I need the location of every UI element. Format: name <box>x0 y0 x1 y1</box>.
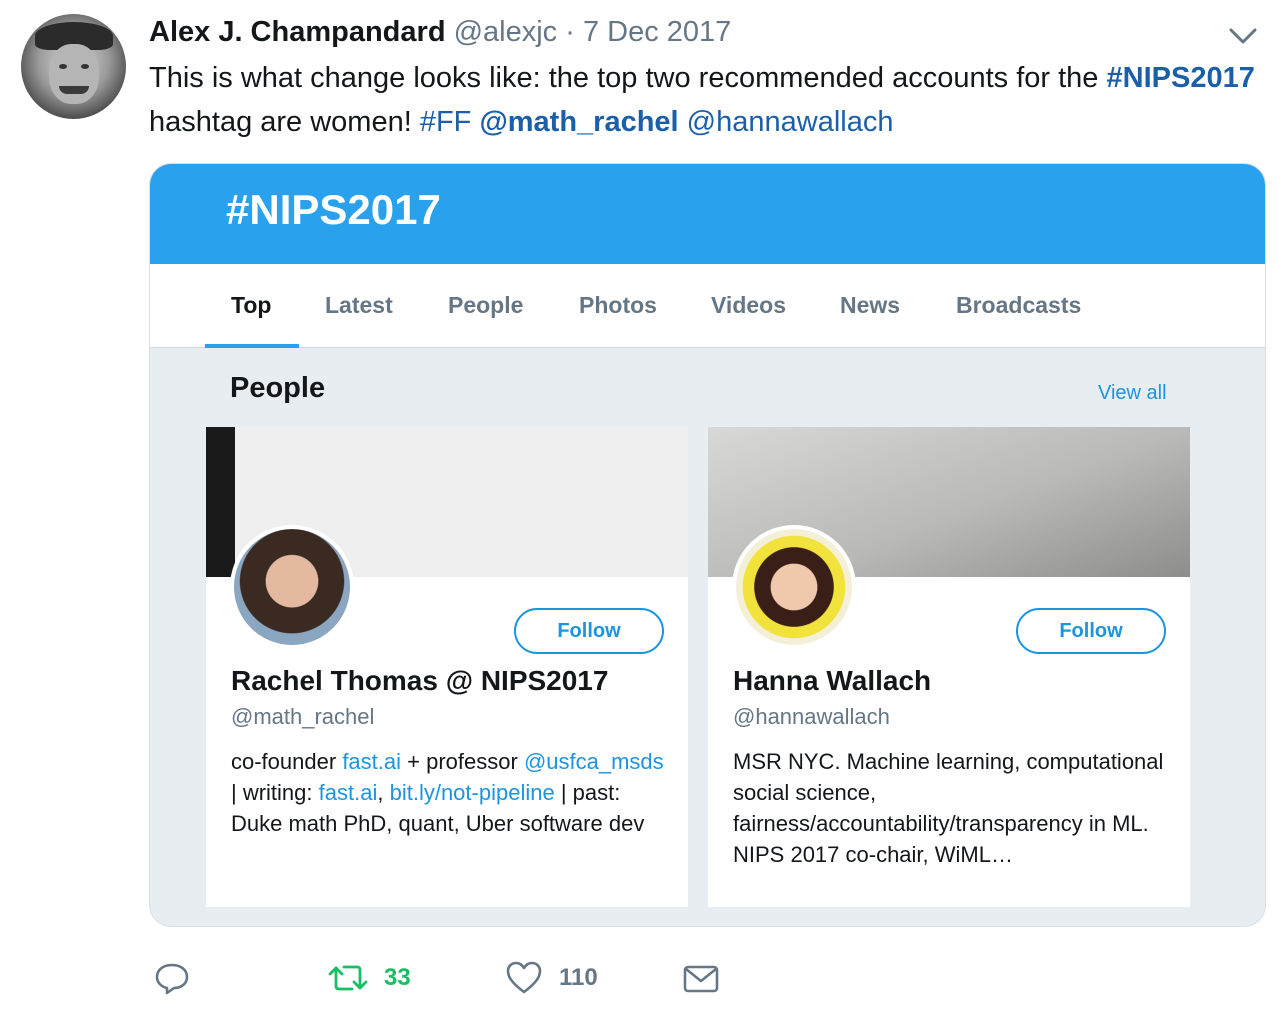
envelope-icon <box>683 965 719 993</box>
bio-text: co-founder <box>231 749 337 774</box>
mention-link[interactable]: @math_rachel <box>479 106 678 138</box>
profile-handle[interactable]: @math_rachel <box>231 704 374 730</box>
avatar-eye <box>81 64 89 69</box>
avatar-mouth <box>59 86 89 94</box>
author-handle[interactable]: @alexjc <box>454 16 558 48</box>
mention-link[interactable]: @hannawallach <box>687 106 894 138</box>
bio-link[interactable]: bit.ly/not-pipeline <box>390 780 555 805</box>
tab-latest[interactable]: Latest <box>325 292 393 319</box>
person-card-hanna[interactable]: Follow Hanna Wallach @hannawallach MSR N… <box>708 427 1190 907</box>
tweet-text-part: This is what change looks like: the top … <box>149 62 1099 94</box>
direct-message-button[interactable] <box>682 955 720 1001</box>
heart-icon <box>506 961 542 994</box>
reply-icon <box>155 963 189 995</box>
search-preview-card[interactable]: #NIPS2017 Top Latest People Photos Video… <box>149 163 1266 927</box>
view-all-link[interactable]: View all <box>1098 382 1167 405</box>
bio-link[interactable]: fast.ai <box>319 780 378 805</box>
profile-name[interactable]: Rachel Thomas @ NIPS2017 <box>231 665 608 697</box>
bio-text: + professor <box>407 749 518 774</box>
hashtag-link[interactable]: #FF <box>420 106 472 138</box>
like-count: 110 <box>559 964 598 991</box>
card-title: #NIPS2017 <box>226 186 441 233</box>
retweet-icon <box>328 965 368 991</box>
tab-photos[interactable]: Photos <box>579 292 657 319</box>
tweet-text-part: hashtag are women! <box>149 106 412 138</box>
tab-people[interactable]: People <box>448 292 523 319</box>
card-banner: #NIPS2017 <box>150 164 1265 264</box>
search-tabs: Top Latest People Photos Videos News Bro… <box>150 264 1265 348</box>
hashtag-link[interactable]: #NIPS2017 <box>1107 62 1255 94</box>
tab-news[interactable]: News <box>840 292 900 319</box>
follow-button[interactable]: Follow <box>1016 608 1166 654</box>
profile-avatar[interactable] <box>230 525 354 649</box>
section-title: People <box>230 372 326 404</box>
profile-bio: MSR NYC. Machine learning, computational… <box>733 749 1164 867</box>
reply-button[interactable] <box>154 955 190 1001</box>
avatar-face <box>49 44 99 104</box>
header-separator: · <box>565 16 575 48</box>
tweet-date[interactable]: 7 Dec 2017 <box>583 16 731 48</box>
avatar-eye <box>59 64 67 69</box>
tab-top[interactable]: Top <box>231 292 271 319</box>
active-tab-indicator <box>205 344 299 348</box>
bio-link[interactable]: @usfca_msds <box>524 749 664 774</box>
profile-avatar[interactable] <box>732 525 856 649</box>
tweet-header: Alex J. Champandard @alexjc · 7 Dec 2017 <box>149 12 731 52</box>
bio-text: , <box>377 780 384 805</box>
tweet-actions: 33 110 <box>150 955 750 1001</box>
profile-handle[interactable]: @hannawallach <box>733 704 890 730</box>
tab-broadcasts[interactable]: Broadcasts <box>956 292 1081 319</box>
tab-videos[interactable]: Videos <box>711 292 786 319</box>
tweet-text: This is what change looks like: the top … <box>149 56 1259 144</box>
profile-name[interactable]: Hanna Wallach <box>733 665 931 697</box>
bio-link[interactable]: fast.ai <box>342 749 401 774</box>
follow-button[interactable]: Follow <box>514 608 664 654</box>
like-button[interactable]: 110 <box>505 955 598 1001</box>
person-card-rachel[interactable]: Follow Rachel Thomas @ NIPS2017 @math_ra… <box>206 427 688 907</box>
chevron-down-icon[interactable] <box>1227 22 1259 50</box>
retweet-count: 33 <box>384 964 411 991</box>
author-avatar[interactable] <box>21 14 126 119</box>
retweet-button[interactable]: 33 <box>328 955 411 1001</box>
bio-text: | writing: <box>231 780 313 805</box>
author-name[interactable]: Alex J. Champandard <box>149 16 446 48</box>
profile-bio: co-founder fast.ai + professor @usfca_ms… <box>231 746 671 839</box>
